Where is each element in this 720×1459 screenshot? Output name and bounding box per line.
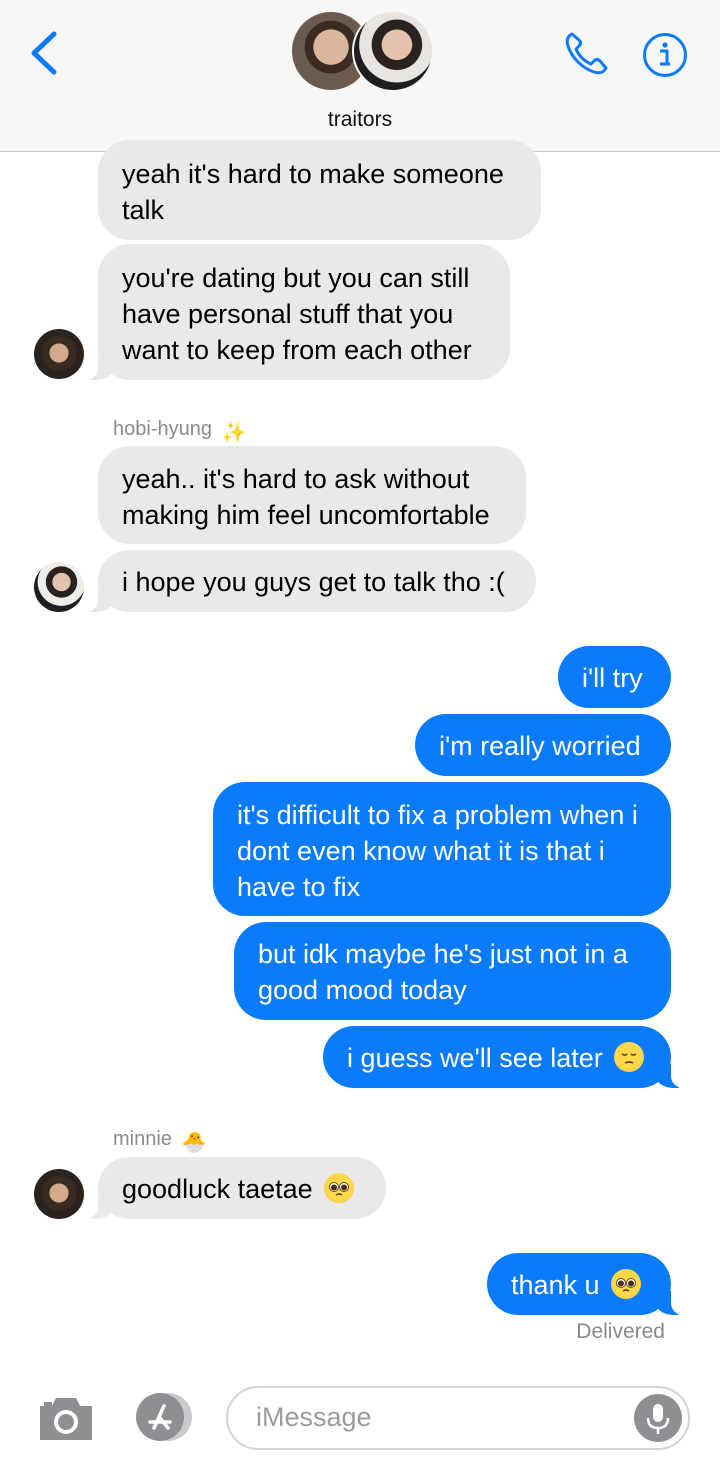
message-text: yeah it's hard to make someone talk xyxy=(122,159,504,225)
sender-avatar[interactable] xyxy=(34,562,84,612)
hatching-chick-icon: 🐣 xyxy=(181,1132,207,1154)
avatar xyxy=(352,10,434,92)
message-bubble-outgoing[interactable]: but idk maybe he's just not in a good mo… xyxy=(234,922,671,1020)
info-icon[interactable] xyxy=(642,32,688,78)
back-chevron-icon[interactable] xyxy=(26,30,66,76)
sender-name: minnie 🐣 xyxy=(113,1128,207,1154)
sparkles-icon: ✨ xyxy=(221,422,247,444)
message-bubble-incoming[interactable]: you're dating but you can still have per… xyxy=(78,244,510,380)
microphone-icon[interactable] xyxy=(634,1394,682,1442)
conversation-header: traitors xyxy=(0,0,720,152)
message-text: yeah.. it's hard to ask without making h… xyxy=(122,464,490,530)
message-bubble-outgoing[interactable]: it's difficult to fix a problem when i d… xyxy=(213,782,671,916)
message-bubble-incoming[interactable]: yeah.. it's hard to ask without making h… xyxy=(98,446,526,544)
sender-avatar[interactable] xyxy=(34,329,84,379)
message-text: i'll try xyxy=(582,663,643,693)
phone-icon[interactable] xyxy=(562,30,610,78)
message-bubble-incoming[interactable]: i hope you guys get to talk tho :( xyxy=(78,550,536,612)
message-composer: iMessage xyxy=(0,1370,720,1459)
camera-icon[interactable] xyxy=(38,1394,94,1442)
message-text: you're dating but you can still have per… xyxy=(122,263,472,365)
app-store-icon[interactable] xyxy=(130,1392,196,1442)
delivery-status: Delivered xyxy=(576,1320,665,1343)
sender-name: hobi-hyung ✨ xyxy=(113,418,247,444)
message-text: i guess we'll see later xyxy=(347,1043,603,1073)
pleading-face-icon xyxy=(324,1173,355,1203)
group-avatars[interactable] xyxy=(290,10,434,92)
message-bubble-outgoing[interactable]: i'll try xyxy=(558,646,671,708)
message-bubble-outgoing[interactable]: i'm really worried xyxy=(415,714,671,776)
pensive-face-icon xyxy=(614,1042,645,1072)
message-input-placeholder: iMessage xyxy=(256,1402,372,1432)
message-bubble-outgoing[interactable]: i guess we'll see later xyxy=(323,1026,691,1088)
message-text: but idk maybe he's just not in a good mo… xyxy=(258,939,628,1005)
message-input[interactable]: iMessage xyxy=(226,1386,690,1450)
message-text: i'm really worried xyxy=(439,731,641,761)
message-bubble-incoming[interactable]: yeah it's hard to make someone talk xyxy=(98,140,541,240)
message-text: i hope you guys get to talk tho :( xyxy=(122,567,505,597)
message-text: thank u xyxy=(511,1270,600,1300)
message-text: it's difficult to fix a problem when i d… xyxy=(237,800,638,902)
message-text: goodluck taetae xyxy=(122,1174,313,1204)
pleading-face-icon xyxy=(611,1269,642,1299)
message-bubble-outgoing[interactable]: thank u xyxy=(487,1253,691,1315)
sender-avatar[interactable] xyxy=(34,1169,84,1219)
group-name[interactable]: traitors xyxy=(0,108,720,132)
message-bubble-incoming[interactable]: goodluck taetae xyxy=(78,1157,386,1219)
